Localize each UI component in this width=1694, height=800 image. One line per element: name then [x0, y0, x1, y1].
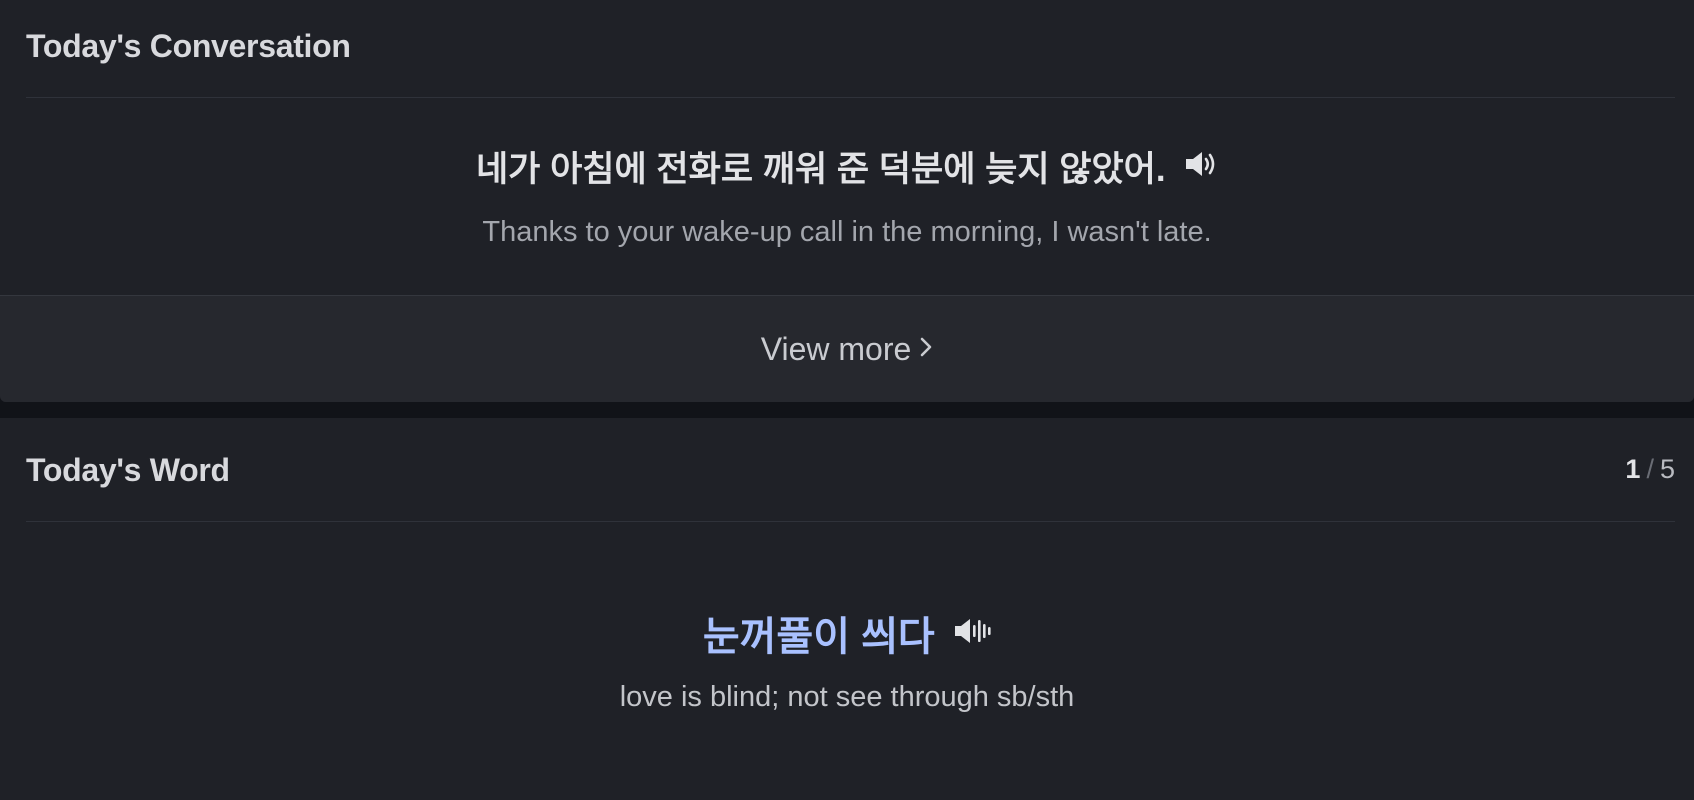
- conversation-card: Today's Conversation 네가 아침에 전화로 깨워 준 덕분에…: [0, 0, 1694, 402]
- pager-total: 5: [1659, 454, 1675, 484]
- view-more-label: View more: [760, 330, 912, 367]
- word-title: Today's Word: [26, 452, 230, 488]
- conversation-sentence-english: Thanks to your wake-up call in the morni…: [482, 216, 1212, 248]
- conversation-header: Today's Conversation: [26, 0, 1675, 98]
- word-row: 눈꺼풀이 씌다: [0, 604, 1694, 660]
- speaker-icon[interactable]: [1184, 149, 1218, 184]
- word-korean: 눈꺼풀이 씌다: [702, 615, 935, 659]
- word-header: Today's Word 1/5: [26, 418, 1675, 522]
- pager-separator: /: [1646, 454, 1654, 484]
- pager-current: 1: [1625, 454, 1641, 484]
- word-pager: 1/5: [1625, 454, 1675, 485]
- view-more-button[interactable]: View more: [0, 295, 1694, 402]
- conversation-sentence-korean: 네가 아침에 전화로 깨워 준 덕분에 늦지 않았어.: [475, 150, 1166, 189]
- conversation-title: Today's Conversation: [26, 28, 351, 64]
- chevron-right-icon: [919, 336, 933, 363]
- speaker-playing-icon[interactable]: [953, 615, 991, 652]
- conversation-sentence-row: 네가 아침에 전화로 깨워 준 덕분에 늦지 않았어.: [0, 141, 1694, 193]
- word-card: Today's Word 1/5 눈꺼풀이 씌다 love is blind; …: [0, 418, 1694, 800]
- word-english: love is blind; not see through sb/sth: [619, 681, 1075, 713]
- page: Today's Conversation 네가 아침에 전화로 깨워 준 덕분에…: [0, 0, 1694, 800]
